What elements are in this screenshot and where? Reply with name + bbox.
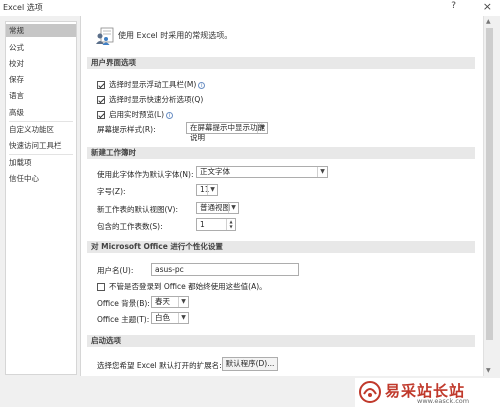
always-use-label: 不管是否登录到 Office 都始终使用这些值(A)。 [109, 282, 267, 291]
section-personalize: 对 Microsoft Office 进行个性化设置 [87, 241, 475, 253]
sidebar-item-customize-ribbon[interactable]: 自定义功能区 [6, 123, 76, 136]
section-startup: 启动选项 [87, 335, 475, 347]
page-description: 使用 Excel 时采用的常规选项。 [118, 31, 233, 40]
sidebar-item-formulas[interactable]: 公式 [6, 41, 76, 54]
close-button[interactable]: × [483, 0, 492, 13]
font-size-dropdown[interactable]: 11 ▼ [196, 184, 218, 196]
chevron-down-icon: ▼ [228, 203, 238, 213]
sidebar: 常规 公式 校对 保存 语言 高级 自定义功能区 快速访问工具栏 加载项 信任中… [5, 21, 77, 375]
default-view-label: 新工作表的默认视图(V): [97, 205, 179, 214]
quick-analysis-label: 选择时显示快速分析选项(Q) [109, 95, 204, 104]
sidebar-item-add-ins[interactable]: 加载项 [6, 156, 76, 169]
font-size-label: 字号(Z): [97, 187, 126, 196]
mini-toolbar-label: 选择时显示浮动工具栏(M) [109, 80, 197, 89]
sidebar-divider [9, 121, 73, 122]
sheet-count-label: 包含的工作表数(S): [97, 222, 163, 231]
office-theme-dropdown[interactable]: 白色 ▼ [151, 312, 189, 324]
always-use-checkbox[interactable] [97, 283, 105, 291]
info-icon: i [198, 81, 206, 89]
sidebar-divider [9, 154, 73, 155]
watermark: 易采站长站 www.easck.com [355, 378, 500, 407]
scroll-down-icon[interactable]: ▼ [486, 367, 491, 374]
screentip-style-dropdown[interactable]: 在屏幕提示中显示功能说明 ▼ [186, 122, 268, 142]
mini-toolbar-checkbox[interactable] [97, 81, 105, 89]
title-bar: Excel 选项 ? × [0, 0, 500, 16]
spinner-arrows-icon[interactable]: ▲ ▼ [226, 219, 235, 230]
quick-analysis-checkbox[interactable] [97, 96, 105, 104]
default-programs-button[interactable]: 默认程序(D)... [222, 357, 278, 371]
section-ui-options: 用户界面选项 [87, 57, 475, 69]
mini-toolbar-option: 选择时显示浮动工具栏(M) i [109, 79, 206, 90]
quick-analysis-option: 选择时显示快速分析选项(Q) [109, 94, 203, 105]
window-title: Excel 选项 [3, 3, 43, 12]
default-extensions-label: 选择您希望 Excel 默认打开的扩展名: [97, 361, 222, 370]
help-button[interactable]: ? [451, 1, 456, 11]
sidebar-item-general[interactable]: 常规 [6, 24, 76, 37]
sidebar-item-language[interactable]: 语言 [6, 89, 76, 102]
sidebar-item-save[interactable]: 保存 [6, 73, 76, 86]
default-font-value: 正文字体 [200, 167, 230, 176]
sheet-count-stepper[interactable]: 1 ▲ ▼ [196, 218, 236, 231]
chevron-down-icon: ▼ [317, 167, 327, 177]
live-preview-option: 启用实时预览(L) i [109, 109, 174, 120]
office-theme-label: Office 主题(T): [97, 315, 150, 324]
sidebar-item-advanced[interactable]: 高级 [6, 106, 76, 119]
info-icon: i [166, 111, 174, 119]
live-preview-label: 启用实时预览(L) [109, 110, 165, 119]
sheet-count-value: 1 [200, 220, 205, 229]
scrollbar[interactable]: ▲ ▼ [483, 16, 495, 376]
office-background-label: Office 背景(B): [97, 299, 150, 308]
general-options-icon [96, 27, 114, 45]
default-font-label: 使用此字体作为默认字体(N): [97, 170, 194, 179]
sidebar-item-proofing[interactable]: 校对 [6, 57, 76, 70]
sidebar-item-quick-access-toolbar[interactable]: 快速访问工具栏 [6, 139, 76, 152]
username-input[interactable]: asus-pc [151, 263, 299, 276]
scroll-thumb[interactable] [486, 28, 493, 340]
scroll-up-icon[interactable]: ▲ [486, 18, 491, 25]
watermark-logo-icon [359, 381, 381, 403]
sidebar-item-trust-center[interactable]: 信任中心 [6, 172, 76, 185]
chevron-down-icon: ▼ [178, 313, 188, 323]
chevron-down-icon: ▼ [178, 297, 188, 307]
live-preview-checkbox[interactable] [97, 111, 105, 119]
screentip-style-label: 屏幕提示样式(R): [97, 125, 156, 134]
default-font-dropdown[interactable]: 正文字体 ▼ [196, 166, 328, 178]
office-background-dropdown[interactable]: 春天 ▼ [151, 296, 189, 308]
office-theme-value: 白色 [155, 313, 170, 322]
default-view-dropdown[interactable]: 普通视图 ▼ [196, 202, 239, 214]
office-background-value: 春天 [155, 297, 170, 306]
options-panel: 使用 Excel 时采用的常规选项。 用户界面选项 选择时显示浮动工具栏(M) i… [80, 16, 483, 376]
screentip-style-value: 在屏幕提示中显示功能说明 [190, 123, 265, 142]
section-new-workbook: 新建工作簿时 [87, 147, 475, 159]
chevron-down-icon: ▼ [207, 185, 217, 195]
watermark-url: www.easck.com [417, 397, 470, 405]
chevron-down-icon: ▼ [257, 123, 267, 133]
default-view-value: 普通视图 [200, 203, 230, 212]
username-label: 用户名(U): [97, 266, 134, 275]
